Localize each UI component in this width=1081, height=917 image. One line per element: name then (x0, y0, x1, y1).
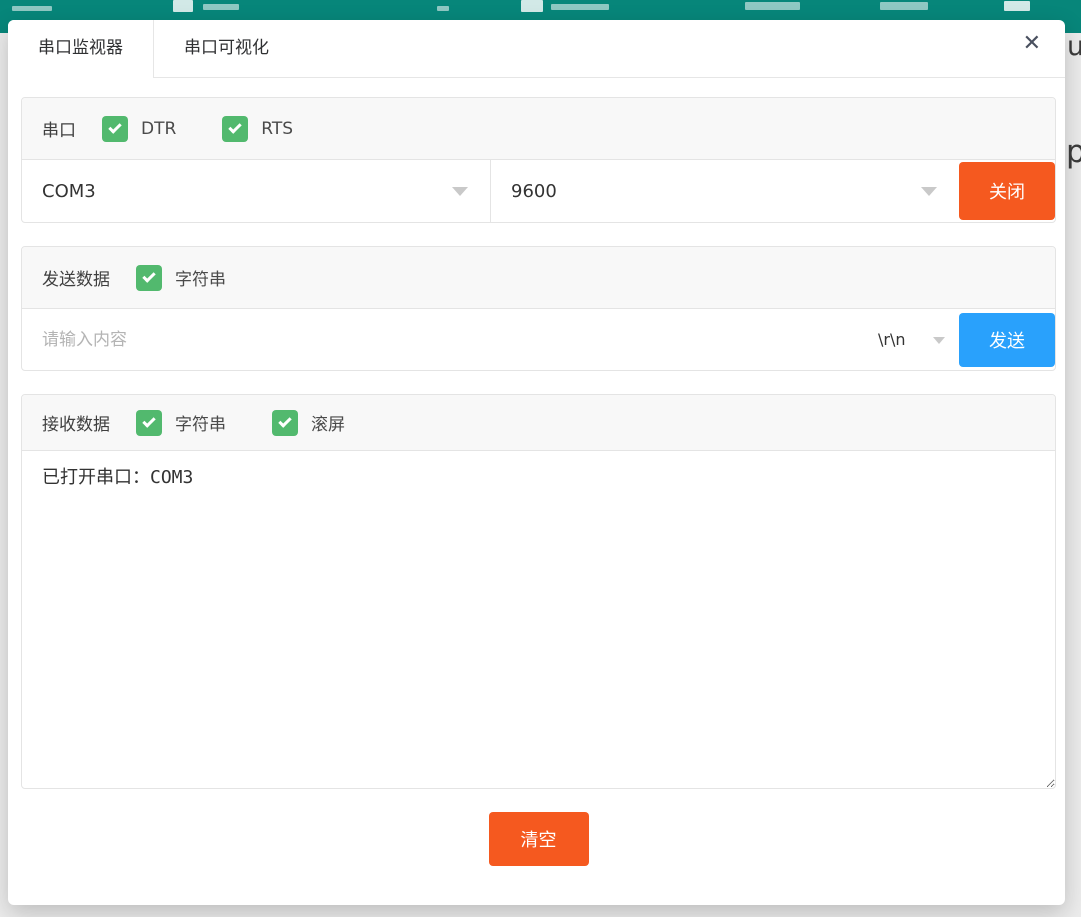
checkbox-box (272, 410, 298, 436)
tab-serial-monitor[interactable]: 串口监视器 (8, 20, 154, 78)
close-port-button[interactable]: 关闭 (959, 162, 1055, 220)
send-button[interactable]: 发送 (959, 313, 1055, 367)
baud-select-value: 9600 (511, 181, 557, 202)
receive-output-textarea[interactable]: 已打开串口：COM3 (22, 451, 1055, 788)
receive-data-label: 接收数据 (42, 410, 110, 435)
checkbox-box (222, 116, 248, 142)
dialog-tabbar: 串口监视器 串口可视化 ✕ (8, 20, 1065, 78)
autoscroll-checkbox[interactable]: 滚屏 (272, 410, 345, 436)
clear-button[interactable]: 清空 (489, 812, 589, 866)
topbar-fragment (173, 0, 193, 12)
baud-select[interactable]: 9600 (490, 160, 959, 222)
receive-data-section: 接收数据 字符串 滚屏 已打开串口：COM3 (21, 394, 1056, 789)
topbar-fragment (437, 6, 449, 11)
background-text-fragment: p (1066, 134, 1081, 170)
checkbox-box (136, 265, 162, 291)
serial-port-controls: COM3 9600 关闭 (22, 160, 1055, 222)
receive-data-header: 接收数据 字符串 滚屏 (22, 395, 1055, 451)
checkbox-label: DTR (141, 119, 176, 139)
send-input[interactable] (22, 309, 864, 370)
topbar-fragment (521, 0, 543, 12)
serial-monitor-dialog: 串口监视器 串口可视化 ✕ 串口 DTR RTS COM3 (8, 20, 1065, 905)
checkbox-box (136, 410, 162, 436)
checkbox-label: 滚屏 (311, 410, 345, 435)
checkbox-label: 字符串 (175, 410, 226, 435)
check-icon (278, 414, 291, 427)
rts-checkbox[interactable]: RTS (222, 116, 293, 142)
topbar-fragment (745, 2, 800, 10)
check-icon (108, 120, 121, 133)
close-icon[interactable]: ✕ (1023, 33, 1041, 55)
serial-port-section: 串口 DTR RTS COM3 9600 (21, 97, 1056, 223)
send-button-cell: 发送 (959, 309, 1055, 370)
send-input-cell (22, 309, 864, 370)
background-page-edge: u p (1065, 33, 1081, 917)
tab-serial-plotter[interactable]: 串口可视化 (154, 20, 299, 77)
checkbox-box (102, 116, 128, 142)
dtr-checkbox[interactable]: DTR (102, 116, 176, 142)
dialog-content: 串口 DTR RTS COM3 9600 (8, 78, 1065, 866)
chevron-down-icon (933, 337, 945, 344)
port-button-cell: 关闭 (959, 160, 1055, 222)
topbar-fragment (12, 6, 52, 11)
checkbox-label: RTS (261, 119, 293, 139)
send-data-header: 发送数据 字符串 (22, 247, 1055, 309)
topbar-fragment (880, 2, 928, 10)
chevron-down-icon (452, 187, 468, 196)
send-data-controls: \r\n 发送 (22, 309, 1055, 370)
line-ending-value: \r\n (878, 330, 906, 349)
checkbox-label: 字符串 (175, 265, 226, 290)
topbar-fragment (203, 4, 239, 10)
send-data-label: 发送数据 (42, 265, 110, 290)
check-icon (142, 269, 155, 282)
port-select-value: COM3 (42, 181, 96, 202)
port-select[interactable]: COM3 (22, 160, 490, 222)
serial-port-header: 串口 DTR RTS (22, 98, 1055, 160)
chevron-down-icon (921, 187, 937, 196)
background-text-fragment: u (1067, 33, 1081, 62)
receive-string-checkbox[interactable]: 字符串 (136, 410, 226, 436)
send-data-section: 发送数据 字符串 \r\n 发送 (21, 246, 1056, 371)
check-icon (229, 120, 242, 133)
check-icon (142, 414, 155, 427)
topbar-fragment (551, 4, 609, 10)
topbar-fragment (1004, 1, 1030, 11)
line-ending-select[interactable]: \r\n (864, 309, 959, 370)
serial-port-label: 串口 (42, 116, 76, 141)
send-string-checkbox[interactable]: 字符串 (136, 265, 226, 291)
